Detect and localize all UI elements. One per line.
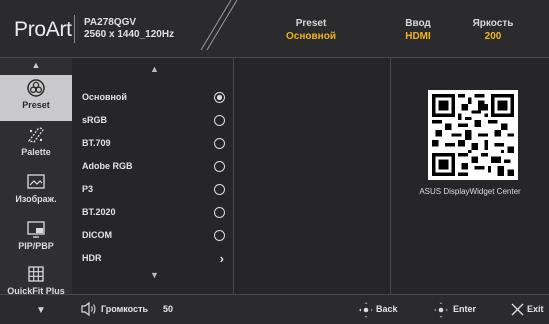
chevron-right-icon: › [219, 251, 224, 266]
input-value: HDMI [405, 31, 431, 42]
header-preset: Preset Основной [276, 17, 346, 43]
osd-footer: ▼ Громкость 50 Back Enter Exit [0, 294, 549, 324]
sidebar-item-label: PIP/PBP [18, 241, 54, 251]
back-button[interactable]: Back [376, 304, 398, 314]
radio-icon [214, 138, 225, 149]
pip-icon [27, 221, 45, 238]
radio-icon [214, 115, 225, 126]
option-label: DICOM [82, 230, 112, 240]
resolution-text: 2560 x 1440_120Hz [84, 29, 175, 40]
option-bt709[interactable]: BT.709 [82, 132, 230, 155]
model-name: PA278QGV [84, 17, 137, 28]
brand-divider [74, 15, 75, 43]
sidebar-item-label: Preset [22, 100, 50, 110]
header-slash-decoration [200, 0, 238, 51]
joystick-press-icon [434, 302, 448, 318]
option-label: BT.2020 [82, 207, 116, 217]
preset-icon [27, 79, 45, 97]
brightness-label: Яркость [472, 18, 514, 29]
option-label: sRGB [82, 115, 108, 125]
joystick-left-icon [359, 302, 373, 318]
image-icon [27, 174, 45, 189]
sidebar-item-label: Изображ. [15, 194, 57, 204]
palette-icon [27, 127, 44, 143]
model-info: PA278QGV 2560 x 1440_120Hz [84, 17, 174, 41]
input-label: Ввод [405, 18, 431, 29]
grid-icon [28, 266, 44, 282]
qr-code-icon [428, 90, 518, 180]
qr-caption: ASUS DisplayWidget Center [419, 187, 521, 196]
osd-sidebar: ▲ Preset Palette Изображ. PIP/PBP QuickF… [0, 58, 72, 296]
radio-icon [214, 184, 225, 195]
qr-panel: ASUS DisplayWidget Center [391, 58, 549, 294]
radio-selected-icon [214, 92, 225, 103]
speaker-icon [81, 301, 96, 317]
option-standard[interactable]: Основной [82, 86, 230, 109]
option-label: Основной [82, 92, 127, 102]
option-hdr[interactable]: HDR › [82, 247, 230, 270]
exit-button[interactable]: Exit [527, 304, 544, 314]
option-p3[interactable]: P3 [82, 178, 230, 201]
radio-icon [214, 207, 225, 218]
sidebar-item-preset[interactable]: Preset [0, 75, 72, 121]
option-bt2020[interactable]: BT.2020 [82, 201, 230, 224]
sidebar-item-pip-pbp[interactable]: PIP/PBP [0, 216, 72, 262]
option-adobe-rgb[interactable]: Adobe RGB [82, 155, 230, 178]
options-scroll-down-icon[interactable]: ▼ [150, 270, 159, 280]
option-label: BT.709 [82, 138, 111, 148]
close-icon [511, 303, 524, 316]
sidebar-item-image[interactable]: Изображ. [0, 169, 72, 215]
option-srgb[interactable]: sRGB [82, 109, 230, 132]
submenu-panel [234, 58, 391, 294]
brightness-value: 200 [484, 31, 502, 42]
volume-value: 50 [163, 304, 174, 314]
monitor-osd: ProArt PA278QGV 2560 x 1440_120Hz Preset… [0, 0, 549, 324]
radio-icon [214, 230, 225, 241]
option-label: Adobe RGB [82, 161, 133, 171]
option-dicom[interactable]: DICOM [82, 224, 230, 247]
sidebar-item-palette[interactable]: Palette [0, 122, 72, 168]
options-scroll-up-icon[interactable]: ▲ [150, 64, 159, 74]
option-label: HDR [82, 253, 102, 263]
preset-options-panel: ▲ Основной sRGB BT.709 Adobe RGB P3 BT.2… [72, 58, 234, 294]
brand-logo: ProArt [14, 18, 72, 41]
enter-button[interactable]: Enter [453, 304, 476, 314]
sidebar-scroll-up-icon[interactable]: ▲ [0, 60, 72, 70]
header-brightness: Яркость 200 [463, 17, 523, 43]
preset-label: Preset [295, 18, 327, 29]
header-input: Ввод HDMI [398, 17, 438, 43]
preset-value: Основной [286, 31, 336, 42]
option-label: P3 [82, 184, 94, 194]
volume-label[interactable]: Громкость [101, 304, 148, 314]
sidebar-scroll-down-icon[interactable]: ▼ [36, 305, 46, 316]
sidebar-item-label: Palette [21, 147, 51, 157]
osd-header: ProArt PA278QGV 2560 x 1440_120Hz Preset… [0, 0, 549, 58]
radio-icon [214, 161, 225, 172]
